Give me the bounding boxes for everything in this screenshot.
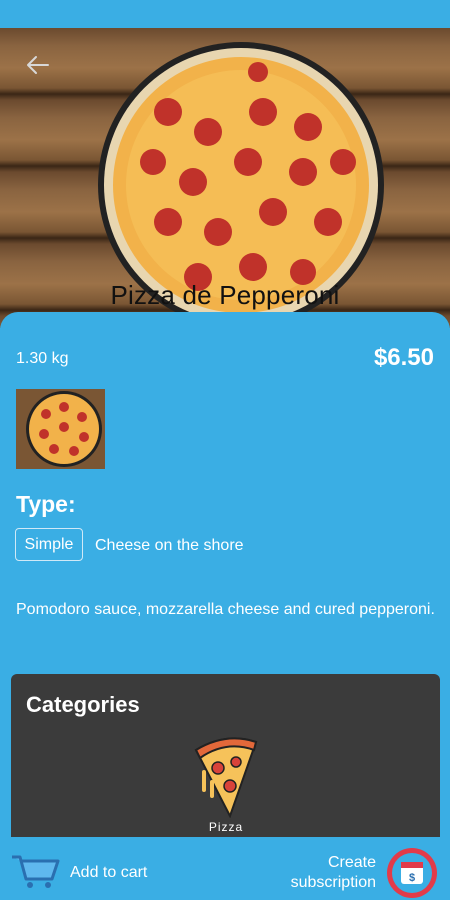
type-description: Cheese on the shore <box>95 537 244 554</box>
categories-heading: Categories <box>26 692 140 717</box>
product-title: Pizza de Pepperoni <box>110 280 340 310</box>
product-weight: 1.30 kg <box>16 350 69 367</box>
thumbnail-image <box>16 389 105 469</box>
subscription-label-line2: subscription <box>290 874 376 891</box>
subscription-label-line1: Create <box>327 854 376 871</box>
add-to-cart-button[interactable]: Add to cart <box>70 864 147 882</box>
category-label: Pizza <box>208 820 244 834</box>
status-bar <box>0 0 450 28</box>
type-heading: Type: <box>16 491 76 517</box>
product-thumbnail[interactable] <box>16 389 105 469</box>
bottom-action-bar: Add to cart Create subscription $ <box>0 837 450 900</box>
category-item-pizza[interactable]: Pizza <box>190 732 262 842</box>
svg-text:$: $ <box>409 872 415 884</box>
categories-panel: Categories Pizza <box>11 674 440 844</box>
product-price: $6.50 <box>373 344 434 371</box>
cart-icon[interactable] <box>10 851 60 889</box>
arrow-left-icon[interactable] <box>24 54 50 76</box>
product-description: Pomodoro sauce, mozzarella cheese and cu… <box>16 601 435 618</box>
type-option-chip[interactable]: Simple <box>15 528 83 561</box>
calendar-dollar-icon[interactable]: $ <box>386 847 438 899</box>
create-subscription-button[interactable]: Create subscription <box>291 853 376 893</box>
pizza-slice-icon <box>194 737 258 819</box>
